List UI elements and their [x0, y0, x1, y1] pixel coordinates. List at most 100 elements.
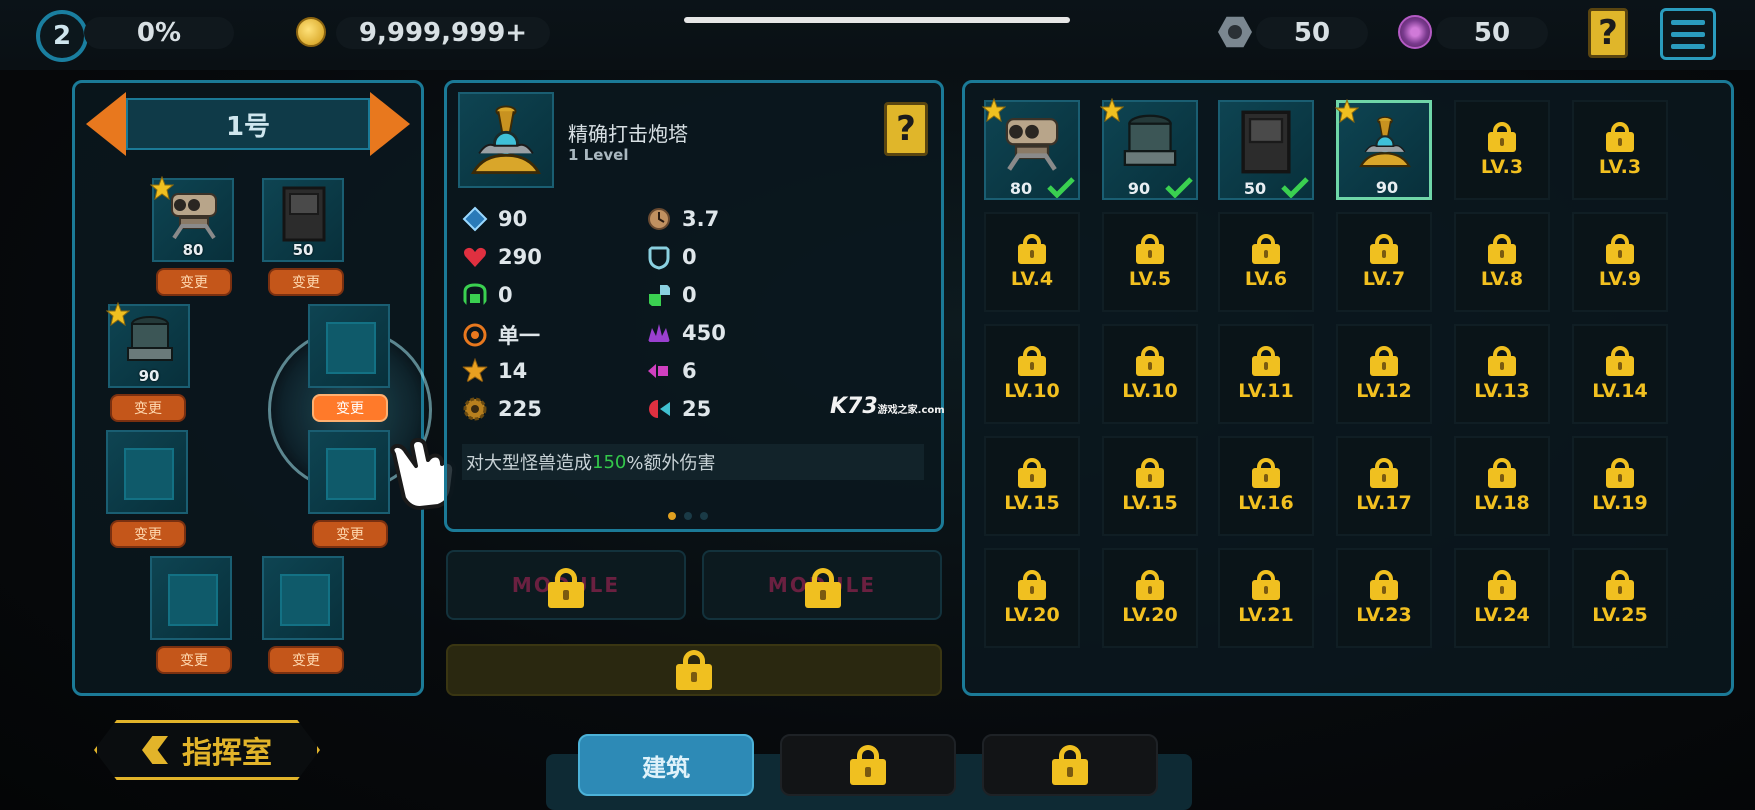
- box-tower-turret-icon: [282, 186, 326, 242]
- clock-icon: [648, 208, 670, 230]
- crosshair-icon: [463, 323, 487, 347]
- stat-speed: 3.7: [646, 206, 719, 232]
- locked-turret-cell[interactable]: LV.20: [984, 548, 1080, 648]
- check-icon: [1281, 177, 1309, 198]
- lock-icon: [1136, 570, 1164, 600]
- slot-value: 90: [138, 367, 160, 385]
- bolt-amount: 50: [1256, 17, 1368, 49]
- loadout-slot-empty[interactable]: [150, 556, 232, 640]
- locked-turret-cell[interactable]: LV.24: [1454, 548, 1550, 648]
- back-to-command-room-button[interactable]: 指挥室: [94, 720, 320, 780]
- change-button[interactable]: 变更: [312, 520, 388, 548]
- inventory-turret[interactable]: 80: [982, 98, 1080, 200]
- unlock-level-label: LV.3: [1598, 156, 1642, 178]
- unlock-level-label: LV.19: [1592, 492, 1648, 514]
- locked-turret-cell[interactable]: LV.10: [984, 324, 1080, 424]
- lock-icon: [1606, 122, 1634, 152]
- locked-turret-cell[interactable]: LV.4: [984, 212, 1080, 312]
- menu-button[interactable]: [1660, 8, 1716, 60]
- change-button[interactable]: 变更: [156, 646, 232, 674]
- locked-turret-cell[interactable]: LV.15: [984, 436, 1080, 536]
- locked-turret-cell[interactable]: LV.13: [1454, 324, 1550, 424]
- stat-target: 单一: [462, 320, 540, 350]
- stat-burst: 14: [462, 358, 527, 384]
- unlock-level-label: LV.16: [1238, 492, 1294, 514]
- loadout-slot[interactable]: 50: [262, 178, 344, 262]
- unlock-level-label: LV.15: [1004, 492, 1060, 514]
- locked-turret-cell[interactable]: LV.3: [1454, 100, 1550, 200]
- change-button[interactable]: 变更: [156, 268, 232, 296]
- unlock-level-label: LV.12: [1356, 380, 1412, 402]
- locked-turret-cell[interactable]: LV.25: [1572, 548, 1668, 648]
- progress-readout: 0%: [84, 17, 234, 49]
- change-button-highlighted[interactable]: 变更: [312, 394, 388, 422]
- unlock-level-label: LV.10: [1122, 380, 1178, 402]
- check-icon: [1047, 177, 1075, 198]
- tab-build[interactable]: 建筑: [578, 734, 754, 796]
- unlock-level-label: LV.18: [1474, 492, 1530, 514]
- inventory-turret[interactable]: 90: [1100, 98, 1198, 200]
- locked-turret-cell[interactable]: LV.20: [1102, 548, 1198, 648]
- locked-turret-cell[interactable]: LV.8: [1454, 212, 1550, 312]
- change-button[interactable]: 变更: [110, 394, 186, 422]
- loadout-slot[interactable]: 90: [106, 302, 190, 388]
- gold-amount: 9,999,999+: [336, 17, 550, 49]
- locked-turret-cell[interactable]: LV.16: [1218, 436, 1314, 536]
- unlock-level-label: LV.21: [1238, 604, 1294, 626]
- change-button[interactable]: 变更: [268, 646, 344, 674]
- inventory-turret[interactable]: 50: [1218, 100, 1314, 200]
- change-button[interactable]: 变更: [268, 268, 344, 296]
- change-button[interactable]: 变更: [110, 520, 186, 548]
- unlock-level-label: LV.24: [1474, 604, 1530, 626]
- locked-turret-cell[interactable]: LV.21: [1218, 548, 1314, 648]
- stat-value: 0: [682, 245, 697, 269]
- locked-turret-cell[interactable]: LV.12: [1336, 324, 1432, 424]
- lock-icon: [1018, 458, 1046, 488]
- locked-turret-cell[interactable]: LV.6: [1218, 212, 1314, 312]
- star-badge-icon: [150, 176, 174, 200]
- mortar-turret-icon: [127, 316, 173, 361]
- lock-icon: [1136, 346, 1164, 376]
- tab-locked[interactable]: [780, 734, 956, 796]
- lock-icon: [1252, 570, 1280, 600]
- help-book-icon[interactable]: ?: [1588, 8, 1628, 58]
- unlock-level-label: LV.23: [1356, 604, 1412, 626]
- box-tower-turret-icon: [1241, 110, 1291, 174]
- turret-name: 精确打击炮塔: [568, 122, 688, 146]
- precision-tower-turret-icon: [1359, 116, 1411, 168]
- locked-turret-cell[interactable]: LV.10: [1102, 324, 1198, 424]
- back-chevron-icon: [142, 736, 168, 764]
- loadout-slot-empty[interactable]: [106, 430, 188, 514]
- watermark-brand: K73: [830, 394, 878, 419]
- stat-value: 3.7: [682, 207, 720, 231]
- lock-icon: [676, 650, 712, 690]
- locked-turret-cell[interactable]: LV.19: [1572, 436, 1668, 536]
- locked-turret-cell[interactable]: LV.18: [1454, 436, 1550, 536]
- locked-turret-cell[interactable]: LV.23: [1336, 548, 1432, 648]
- locked-turret-cell[interactable]: LV.17: [1336, 436, 1432, 536]
- loadout-slot-empty[interactable]: [262, 556, 344, 640]
- turret-description: 对大型怪兽造成 150 %额外伤害: [462, 444, 924, 480]
- locked-turret-cell[interactable]: LV.5: [1102, 212, 1198, 312]
- locked-turret-cell[interactable]: LV.9: [1572, 212, 1668, 312]
- help-book-icon[interactable]: ?: [884, 102, 928, 156]
- tab-locked[interactable]: [982, 734, 1158, 796]
- lock-icon: [548, 568, 584, 608]
- lock-icon: [1018, 570, 1046, 600]
- lock-icon: [1606, 458, 1634, 488]
- locked-turret-cell[interactable]: LV.3: [1572, 100, 1668, 200]
- pierce-icon: [648, 364, 668, 378]
- loadout-slot-empty[interactable]: [308, 304, 390, 388]
- player-level-badge[interactable]: 2: [36, 10, 88, 62]
- inventory-turret-selected[interactable]: 90: [1335, 99, 1432, 200]
- unlock-level-label: LV.17: [1356, 492, 1412, 514]
- check-icon: [1165, 177, 1193, 198]
- locked-turret-cell[interactable]: LV.15: [1102, 436, 1198, 536]
- locked-turret-cell[interactable]: LV.7: [1336, 212, 1432, 312]
- locked-turret-cell[interactable]: LV.11: [1218, 324, 1314, 424]
- loadout-slot-empty[interactable]: [308, 430, 390, 514]
- loadout-slot[interactable]: 80: [150, 176, 234, 262]
- stat-value: 225: [498, 397, 542, 421]
- stat-value: 单一: [498, 324, 540, 348]
- locked-turret-cell[interactable]: LV.14: [1572, 324, 1668, 424]
